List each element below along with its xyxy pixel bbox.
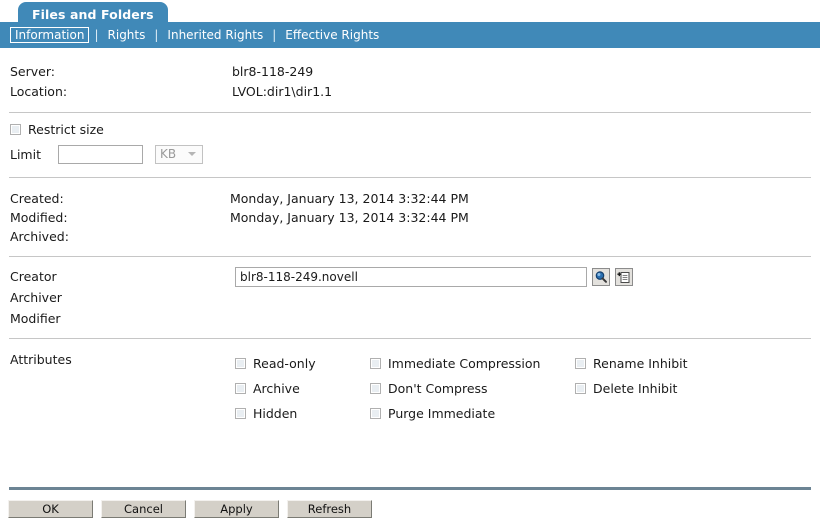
modified-label: Modified: <box>10 210 230 225</box>
attribute-delete-inhibit[interactable]: Delete Inhibit <box>575 376 775 401</box>
subtab-separator-2: | <box>149 28 163 42</box>
location-value: LVOL:dir1\dir1.1 <box>232 84 332 99</box>
location-label: Location: <box>10 84 232 99</box>
creator-input[interactable] <box>235 267 587 287</box>
rename-inhibit-label: Rename Inhibit <box>593 356 688 371</box>
cancel-button[interactable]: Cancel <box>101 500 186 518</box>
refresh-button[interactable]: Refresh <box>287 500 372 518</box>
attributes-grid: Attributes Read-only Archive Hidden <box>0 351 820 426</box>
attribute-rename-inhibit[interactable]: Rename Inhibit <box>575 351 775 376</box>
limit-input[interactable] <box>58 145 143 164</box>
section-dates: Created: Monday, January 13, 2014 3:32:4… <box>0 178 820 256</box>
hidden-label: Hidden <box>253 406 297 421</box>
archive-label: Archive <box>253 381 300 396</box>
chevron-down-icon <box>188 152 196 156</box>
row-creator: Creator <box>0 266 820 287</box>
subtab-bar: Information | Rights | Inherited Rights … <box>0 22 820 48</box>
row-archiver: Archiver <box>0 287 820 308</box>
archive-checkbox[interactable] <box>235 383 246 394</box>
attributes-title: Attributes <box>10 351 235 426</box>
row-limit: Limit KB <box>0 141 820 167</box>
panel-content: Server: blr8-118-249 Location: LVOL:dir1… <box>0 48 820 438</box>
dont-compress-checkbox[interactable] <box>370 383 381 394</box>
attribute-dont-compress[interactable]: Don't Compress <box>370 376 575 401</box>
read-only-label: Read-only <box>253 356 316 371</box>
restrict-size-label: Restrict size <box>28 122 104 137</box>
limit-unit-value: KB <box>160 147 176 161</box>
row-location: Location: LVOL:dir1\dir1.1 <box>0 81 820 101</box>
tab-rights[interactable]: Rights <box>104 27 150 43</box>
row-server: Server: blr8-118-249 <box>0 61 820 81</box>
section-creator: Creator Archiv <box>0 257 820 338</box>
archived-label: Archived: <box>10 229 230 244</box>
subtab-separator-1: | <box>89 28 103 42</box>
purge-immediate-label: Purge Immediate <box>388 406 495 421</box>
button-row: OK Cancel Apply Refresh <box>0 490 820 518</box>
row-created: Created: Monday, January 13, 2014 3:32:4… <box>0 189 820 208</box>
section-server-location: Server: blr8-118-249 Location: LVOL:dir1… <box>0 48 820 112</box>
attribute-hidden[interactable]: Hidden <box>235 401 370 426</box>
restrict-size-checkbox[interactable] <box>10 124 21 135</box>
archiver-label: Archiver <box>10 290 235 305</box>
modified-value: Monday, January 13, 2014 3:32:44 PM <box>230 210 469 225</box>
attribute-purge-immediate[interactable]: Purge Immediate <box>370 401 575 426</box>
creator-label: Creator <box>10 269 235 284</box>
limit-label: Limit <box>10 147 58 162</box>
attribute-immediate-compression[interactable]: Immediate Compression <box>370 351 575 376</box>
hidden-checkbox[interactable] <box>235 408 246 419</box>
tab-files-and-folders-label: Files and Folders <box>32 7 154 22</box>
delete-inhibit-label: Delete Inhibit <box>593 381 677 396</box>
rename-inhibit-checkbox[interactable] <box>575 358 586 369</box>
created-value: Monday, January 13, 2014 3:32:44 PM <box>230 191 469 206</box>
attributes-column-2: Immediate Compression Don't Compress Pur… <box>370 351 575 426</box>
attributes-column-1: Read-only Archive Hidden <box>235 351 370 426</box>
server-value: blr8-118-249 <box>232 64 313 79</box>
tab-information[interactable]: Information <box>10 27 89 43</box>
attribute-read-only[interactable]: Read-only <box>235 351 370 376</box>
read-only-checkbox[interactable] <box>235 358 246 369</box>
magnifier-search-icon <box>593 269 609 285</box>
immediate-compression-label: Immediate Compression <box>388 356 540 371</box>
purge-immediate-checkbox[interactable] <box>370 408 381 419</box>
row-restrict-size: Restrict size <box>0 122 820 137</box>
section-restrict-size: Restrict size Limit KB <box>0 113 820 177</box>
page-header: Files and Folders Information | Rights |… <box>0 0 820 48</box>
row-archived: Archived: <box>0 227 820 246</box>
server-label: Server: <box>10 64 232 79</box>
dont-compress-label: Don't Compress <box>388 381 488 396</box>
row-modified: Modified: Monday, January 13, 2014 3:32:… <box>0 208 820 227</box>
search-icon-button[interactable] <box>592 268 610 286</box>
attribute-archive[interactable]: Archive <box>235 376 370 401</box>
delete-inhibit-checkbox[interactable] <box>575 383 586 394</box>
new-document-icon <box>616 269 632 285</box>
subtab-separator-3: | <box>267 28 281 42</box>
footer-bar: OK Cancel Apply Refresh <box>0 487 820 518</box>
section-attributes: Attributes Read-only Archive Hidden <box>0 339 820 438</box>
apply-button[interactable]: Apply <box>194 500 279 518</box>
row-modifier: Modifier <box>0 308 820 329</box>
new-document-icon-button[interactable] <box>615 268 633 286</box>
modifier-label: Modifier <box>10 311 235 326</box>
attributes-column-3: Rename Inhibit Delete Inhibit <box>575 351 775 426</box>
ok-button[interactable]: OK <box>8 500 93 518</box>
tab-effective-rights[interactable]: Effective Rights <box>281 27 383 43</box>
tab-inherited-rights[interactable]: Inherited Rights <box>163 27 267 43</box>
created-label: Created: <box>10 191 230 206</box>
limit-unit-select[interactable]: KB <box>155 145 203 164</box>
immediate-compression-checkbox[interactable] <box>370 358 381 369</box>
